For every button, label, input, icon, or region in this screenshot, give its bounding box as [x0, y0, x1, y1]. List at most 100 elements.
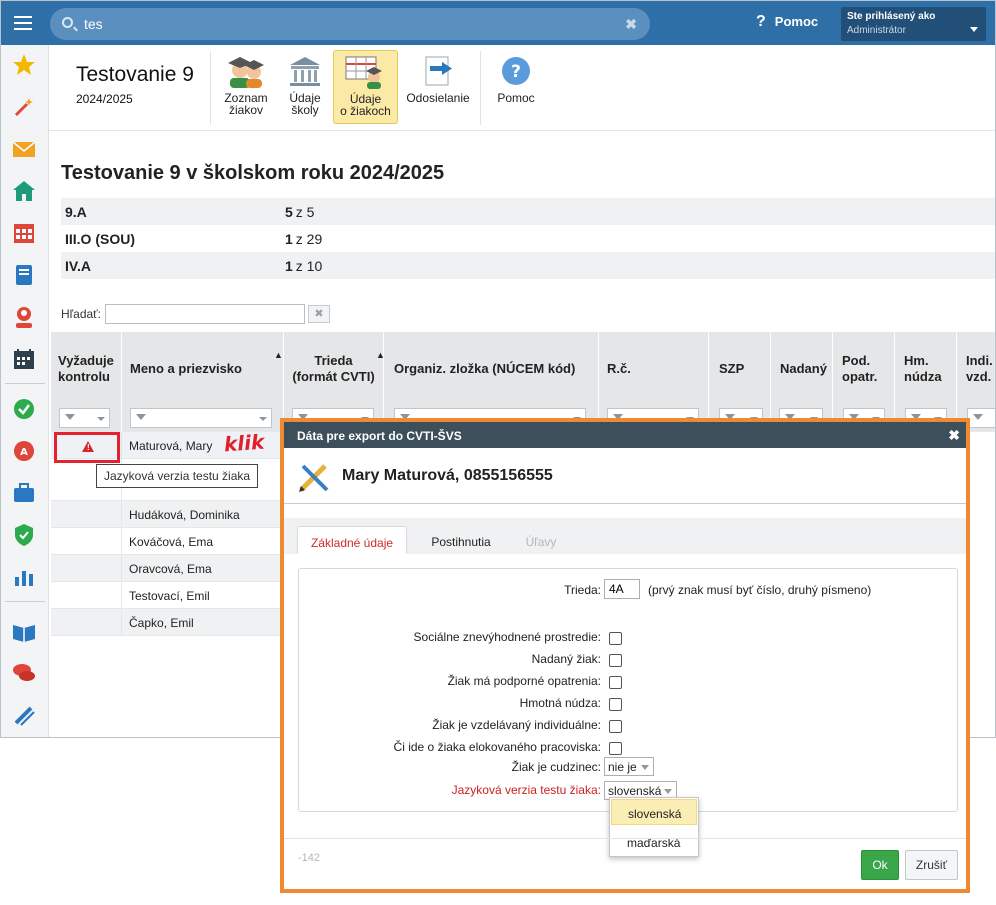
clear-search-icon[interactable]: ✖	[625, 16, 637, 33]
student-data-icon	[345, 56, 382, 89]
briefcase-icon[interactable]	[12, 481, 36, 505]
footer-divider	[284, 838, 966, 839]
col-hm-nudza[interactable]: Hm. núdza	[895, 332, 957, 432]
svg-text:A: A	[20, 447, 28, 458]
hamburger-menu-icon[interactable]	[9, 9, 37, 37]
user-menu[interactable]: Ste prihlásený ako Administrátor	[841, 7, 986, 41]
calendar-icon[interactable]	[12, 221, 36, 245]
summary-row: 9.A 5z 5	[61, 198, 995, 225]
sidebar-divider	[5, 383, 45, 384]
magic-wand-icon[interactable]	[12, 95, 36, 119]
sidebar: A	[1, 45, 49, 737]
col-nadany[interactable]: Nadaný	[771, 332, 833, 432]
tab-zakladne-udaje[interactable]: Základné údaje	[297, 526, 407, 554]
table-row[interactable]: Testovací, Emil	[51, 582, 281, 609]
warning-highlight[interactable]: !	[54, 432, 120, 463]
help-button[interactable]: ? Pomoc	[489, 50, 543, 124]
jazyk-value: slovenská	[608, 784, 662, 798]
student-name: Oravcová, Ema	[129, 562, 212, 576]
tab-postihnutia[interactable]: Postihnutia	[417, 526, 505, 554]
send-icon	[425, 56, 452, 86]
clear-filter-icon[interactable]: ✖	[308, 305, 330, 323]
social-disadvantage-checkbox[interactable]	[609, 632, 622, 645]
col-zlozka[interactable]: Organiz. zložka (NÚCEM kód)	[384, 332, 599, 432]
student-data-button[interactable]: Údaje o žiakoch	[333, 50, 398, 124]
home-icon[interactable]	[12, 179, 36, 203]
material-need-checkbox[interactable]	[609, 698, 622, 711]
detached-workplace-checkbox[interactable]	[609, 742, 622, 755]
shield-icon[interactable]	[12, 523, 36, 547]
col-meno[interactable]: Meno a priezvisko ▲	[122, 332, 284, 432]
col-indi-vzd[interactable]: Indi. vzd.	[957, 332, 995, 432]
pencil-icon[interactable]	[12, 703, 36, 727]
col-rc[interactable]: R.č.	[599, 332, 709, 432]
col-title: Indi. vzd.	[966, 353, 993, 384]
class-count: 1z 29	[285, 231, 323, 247]
tab-bar: Základné údaje Postihnutia Úľavy	[284, 518, 966, 554]
col-pod-opatr[interactable]: Pod. opatr.	[833, 332, 895, 432]
page-title: Testovanie 9 v školskom roku 2024/2025	[61, 162, 445, 184]
col-szp[interactable]: SZP	[709, 332, 771, 432]
column-filter[interactable]	[130, 408, 272, 428]
student-list-button[interactable]: Zoznam žiakov	[217, 50, 275, 124]
class-name: 9.A	[65, 204, 87, 220]
toolbar-label: o žiakoch	[340, 104, 391, 118]
chevron-down-icon	[970, 27, 978, 32]
notebook-icon[interactable]	[12, 263, 36, 287]
close-icon[interactable]: ✖	[948, 427, 960, 444]
star-icon[interactable]	[12, 53, 36, 77]
table-row[interactable]: Hudáková, Dominika	[51, 501, 281, 528]
school-data-button[interactable]: Údaje školy	[281, 50, 329, 124]
toolbar-divider	[480, 51, 481, 125]
svg-text:?: ?	[511, 62, 521, 82]
top-bar: ✖ ? Pomoc Ste prihlásený ako Administráto…	[1, 1, 995, 45]
class-name: III.O (SOU)	[65, 231, 135, 247]
filter-label: Hľadať:	[61, 307, 102, 321]
option-madarska[interactable]: maďarská	[611, 829, 697, 855]
col-title: Vyžaduje kontrolu	[58, 353, 114, 384]
sort-up-icon[interactable]: ▲	[274, 350, 283, 360]
user-icon[interactable]	[12, 305, 36, 329]
bar-chart-icon[interactable]	[12, 565, 36, 589]
cudzinec-select[interactable]: nie je	[604, 757, 654, 776]
option-slovenska[interactable]: slovenská	[611, 799, 697, 825]
cudzinec-value: nie je	[608, 760, 637, 774]
column-filter[interactable]	[967, 408, 995, 428]
class-count: 5z 5	[285, 204, 315, 220]
module-title: Testovanie 9	[76, 63, 194, 86]
filter-icon	[973, 414, 983, 420]
check-label: Sociálne znevýhodnené prostredie:	[413, 630, 601, 644]
table-row[interactable]: Oravcová, Ema	[51, 555, 281, 582]
trieda-hint: (prvý znak musí byť číslo, druhý písmeno…	[648, 583, 872, 597]
record-code: -142	[298, 852, 321, 864]
column-filter[interactable]	[59, 408, 110, 428]
sending-button[interactable]: Odosielanie	[403, 50, 473, 124]
chat-icon[interactable]	[12, 661, 36, 685]
tab-ulavy: Úľavy	[525, 535, 557, 549]
gifted-checkbox[interactable]	[609, 654, 622, 667]
col-trieda[interactable]: Trieda (formát CVTI) ▲	[284, 332, 385, 432]
table-row[interactable]: Kováčová, Ema	[51, 528, 281, 555]
schedule-icon[interactable]	[12, 347, 36, 371]
check-circle-icon[interactable]	[12, 397, 36, 421]
ok-button[interactable]: Ok	[861, 850, 899, 880]
col-kontrola[interactable]: Vyžaduje kontrolu	[51, 332, 122, 432]
chevron-down-icon	[641, 765, 649, 770]
mail-icon[interactable]	[12, 137, 36, 161]
filter-input[interactable]	[105, 304, 305, 324]
table-row[interactable]: Čapko, Emil	[51, 609, 281, 636]
trieda-input[interactable]	[604, 579, 640, 599]
support-measures-checkbox[interactable]	[609, 676, 622, 689]
check-label: Hmotná núdza:	[519, 696, 601, 710]
cudzinec-label: Žiak je cudzinec:	[511, 760, 601, 774]
dialog-title: Dáta pre export do CVTI-ŠVS	[297, 429, 462, 443]
student-name: Kováčová, Ema	[129, 535, 214, 549]
grade-icon[interactable]: A	[12, 439, 36, 463]
cancel-button[interactable]: Zrušiť	[905, 850, 958, 880]
search-input[interactable]	[84, 14, 604, 34]
help-link[interactable]: ? Pomoc	[756, 13, 818, 31]
book-icon[interactable]	[12, 619, 36, 643]
summary-row: III.O (SOU) 1z 29	[61, 225, 995, 252]
check-label: Žiak má podporné opatrenia:	[447, 674, 601, 688]
individual-education-checkbox[interactable]	[609, 720, 622, 733]
